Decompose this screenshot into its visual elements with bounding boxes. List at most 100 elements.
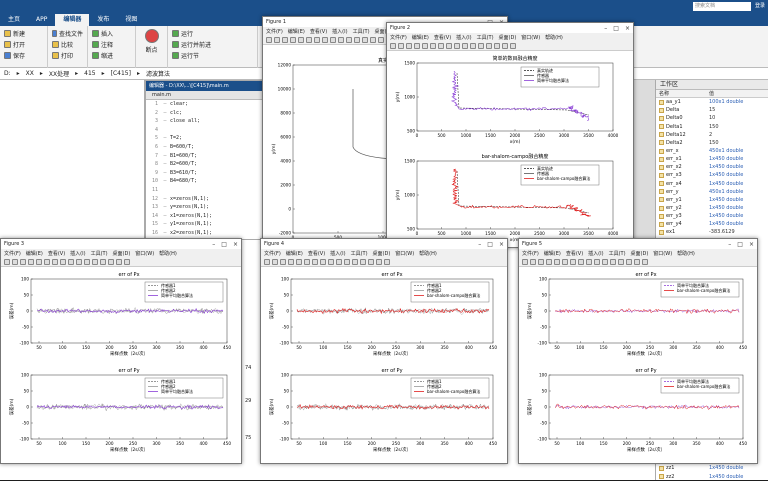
- breakpoint-gutter[interactable]: –: [160, 109, 170, 118]
- toolbar-tool-icon[interactable]: [562, 259, 568, 265]
- toolbar-tool-icon[interactable]: [312, 259, 318, 265]
- toolbar-tool-icon[interactable]: [446, 43, 452, 49]
- toolbar-tool-icon[interactable]: [116, 259, 122, 265]
- figure-menu-item[interactable]: 编辑(E): [286, 250, 303, 257]
- toolbar-tool-icon[interactable]: [462, 43, 468, 49]
- breakpoint-gutter[interactable]: [160, 186, 170, 195]
- figure-menu-item[interactable]: 桌面(D): [373, 250, 391, 257]
- figure-menu-item[interactable]: 桌面(D): [631, 250, 649, 257]
- workspace-variable-row[interactable]: err_y3 1x450 double: [656, 212, 768, 220]
- toolbar-tool-icon[interactable]: [352, 259, 358, 265]
- variable-value[interactable]: 100x1 double: [709, 98, 743, 106]
- toolbar-tool-icon[interactable]: [390, 43, 396, 49]
- code-area[interactable]: 1– clear; 2– clc; 3– close all; 4 5– T=2; 6– B=600…: [146, 100, 264, 238]
- code-line[interactable]: 2– clc;: [146, 109, 264, 118]
- variable-value[interactable]: 450x1 double: [709, 147, 743, 155]
- toolbar-tool-icon[interactable]: [304, 259, 310, 265]
- figure-menu-item[interactable]: 桌面(D): [113, 250, 131, 257]
- indent-button[interactable]: 缩进: [92, 51, 131, 60]
- login-button[interactable]: 登录: [755, 2, 765, 11]
- variable-value[interactable]: 1x450 double: [709, 220, 743, 228]
- figure-menu-item[interactable]: 插入(I): [332, 28, 347, 35]
- code-line[interactable]: 16– x2=zeros(N,1);: [146, 229, 264, 238]
- toolbar-tool-icon[interactable]: [376, 259, 382, 265]
- figure-menu-item[interactable]: 工具(T): [353, 28, 370, 35]
- figure-menu-item[interactable]: 帮助(H): [419, 250, 437, 257]
- toolbar-tool-icon[interactable]: [336, 259, 342, 265]
- open-button[interactable]: 打开: [4, 40, 43, 49]
- figure-5-window[interactable]: Figure 5– □ × 文件(F) 编辑(E) 查看(V) 插入(I) 工具(T) 桌面(…: [518, 238, 758, 464]
- tab-editor[interactable]: 编辑器: [55, 14, 90, 26]
- breakpoint-gutter[interactable]: –: [160, 100, 170, 109]
- toolbar-tool-icon[interactable]: [618, 259, 624, 265]
- figure-menu-item[interactable]: 工具(T): [477, 34, 494, 41]
- figure-menu-item[interactable]: 工具(T): [351, 250, 368, 257]
- breakpoint-gutter[interactable]: –: [160, 229, 170, 238]
- workspace-variable-row[interactable]: aa_y1 100x1 double: [656, 98, 768, 106]
- toolbar-tool-icon[interactable]: [414, 43, 420, 49]
- figure-4-window[interactable]: Figure 4– □ × 文件(F) 编辑(E) 查看(V) 插入(I) 工具(T) 桌面(…: [260, 238, 508, 464]
- maximize-icon[interactable]: □: [487, 241, 493, 248]
- minimize-icon[interactable]: –: [478, 241, 481, 248]
- toolbar-tool-icon[interactable]: [522, 259, 528, 265]
- toolbar-tool-icon[interactable]: [12, 259, 18, 265]
- code-line[interactable]: 14– x1=zeros(N,1);: [146, 212, 264, 221]
- toolbar-tool-icon[interactable]: [354, 37, 360, 43]
- figure-2-window[interactable]: Figure 2– □ × 文件(F) 编辑(E) 查看(V) 插入(I) 工具(T) 桌面(…: [386, 22, 634, 248]
- toolbar-tool-icon[interactable]: [422, 43, 428, 49]
- workspace-variable-row[interactable]: err_y1 1x450 double: [656, 196, 768, 204]
- figure-menu-item[interactable]: 帮助(H): [677, 250, 695, 257]
- toolbar-tool-icon[interactable]: [406, 43, 412, 49]
- figure-menu-item[interactable]: 查看(V): [308, 250, 325, 257]
- toolbar-tool-icon[interactable]: [486, 43, 492, 49]
- toolbar-tool-icon[interactable]: [384, 259, 390, 265]
- figure-menu-item[interactable]: 窗口(W): [653, 250, 672, 257]
- toolbar-tool-icon[interactable]: [264, 259, 270, 265]
- toolbar-tool-icon[interactable]: [84, 259, 90, 265]
- path-crumb[interactable]: 415: [84, 70, 95, 77]
- toolbar-tool-icon[interactable]: [502, 43, 508, 49]
- close-icon[interactable]: ×: [749, 241, 754, 248]
- figure-menu-item[interactable]: 工具(T): [609, 250, 626, 257]
- toolbar-tool-icon[interactable]: [346, 37, 352, 43]
- toolbar-tool-icon[interactable]: [362, 37, 368, 43]
- toolbar-tool-icon[interactable]: [602, 259, 608, 265]
- toolbar-tool-icon[interactable]: [454, 43, 460, 49]
- toolbar-tool-icon[interactable]: [642, 259, 648, 265]
- breakpoint-gutter[interactable]: –: [160, 220, 170, 229]
- toolbar-tool-icon[interactable]: [4, 259, 10, 265]
- toolbar-tool-icon[interactable]: [478, 43, 484, 49]
- new-button[interactable]: 新建: [4, 29, 43, 38]
- variable-value[interactable]: 1x450 double: [709, 155, 743, 163]
- toolbar-tool-icon[interactable]: [626, 259, 632, 265]
- toolbar-tool-icon[interactable]: [266, 37, 272, 43]
- toolbar-tool-icon[interactable]: [578, 259, 584, 265]
- code-line[interactable]: 8– B2=600/T;: [146, 160, 264, 169]
- workspace-variable-row[interactable]: err_x2 1x450 double: [656, 163, 768, 171]
- minimize-icon[interactable]: –: [212, 241, 215, 248]
- workspace-variable-row[interactable]: Delta1 150: [656, 123, 768, 131]
- toolbar-tool-icon[interactable]: [272, 259, 278, 265]
- variable-value[interactable]: 1x450 double: [709, 204, 743, 212]
- path-crumb[interactable]: 滤波算法: [146, 69, 170, 78]
- figure-menu-item[interactable]: 文件(F): [390, 34, 407, 41]
- figure-menu-item[interactable]: 文件(F): [522, 250, 539, 257]
- save-button[interactable]: 保存: [4, 51, 43, 60]
- toolbar-tool-icon[interactable]: [100, 259, 106, 265]
- toolbar-tool-icon[interactable]: [554, 259, 560, 265]
- toolbar-tool-icon[interactable]: [328, 259, 334, 265]
- figure-menu-item[interactable]: 桌面(D): [499, 34, 517, 41]
- maximize-icon[interactable]: □: [221, 241, 227, 248]
- workspace-variable-row[interactable]: zz1 1x450 double: [656, 464, 768, 472]
- tab-app[interactable]: APP: [28, 14, 55, 26]
- toolbar-tool-icon[interactable]: [124, 259, 130, 265]
- breakpoint-gutter[interactable]: –: [160, 195, 170, 204]
- col-name[interactable]: 名称: [659, 90, 709, 97]
- breakpoint-gutter[interactable]: [160, 126, 170, 135]
- figure-menu-item[interactable]: 文件(F): [264, 250, 281, 257]
- code-line[interactable]: 5– T=2;: [146, 134, 264, 143]
- toolbar-tool-icon[interactable]: [494, 43, 500, 49]
- current-folder-panel[interactable]: [0, 80, 145, 240]
- maximize-icon[interactable]: □: [737, 241, 743, 248]
- code-line[interactable]: 4: [146, 126, 264, 135]
